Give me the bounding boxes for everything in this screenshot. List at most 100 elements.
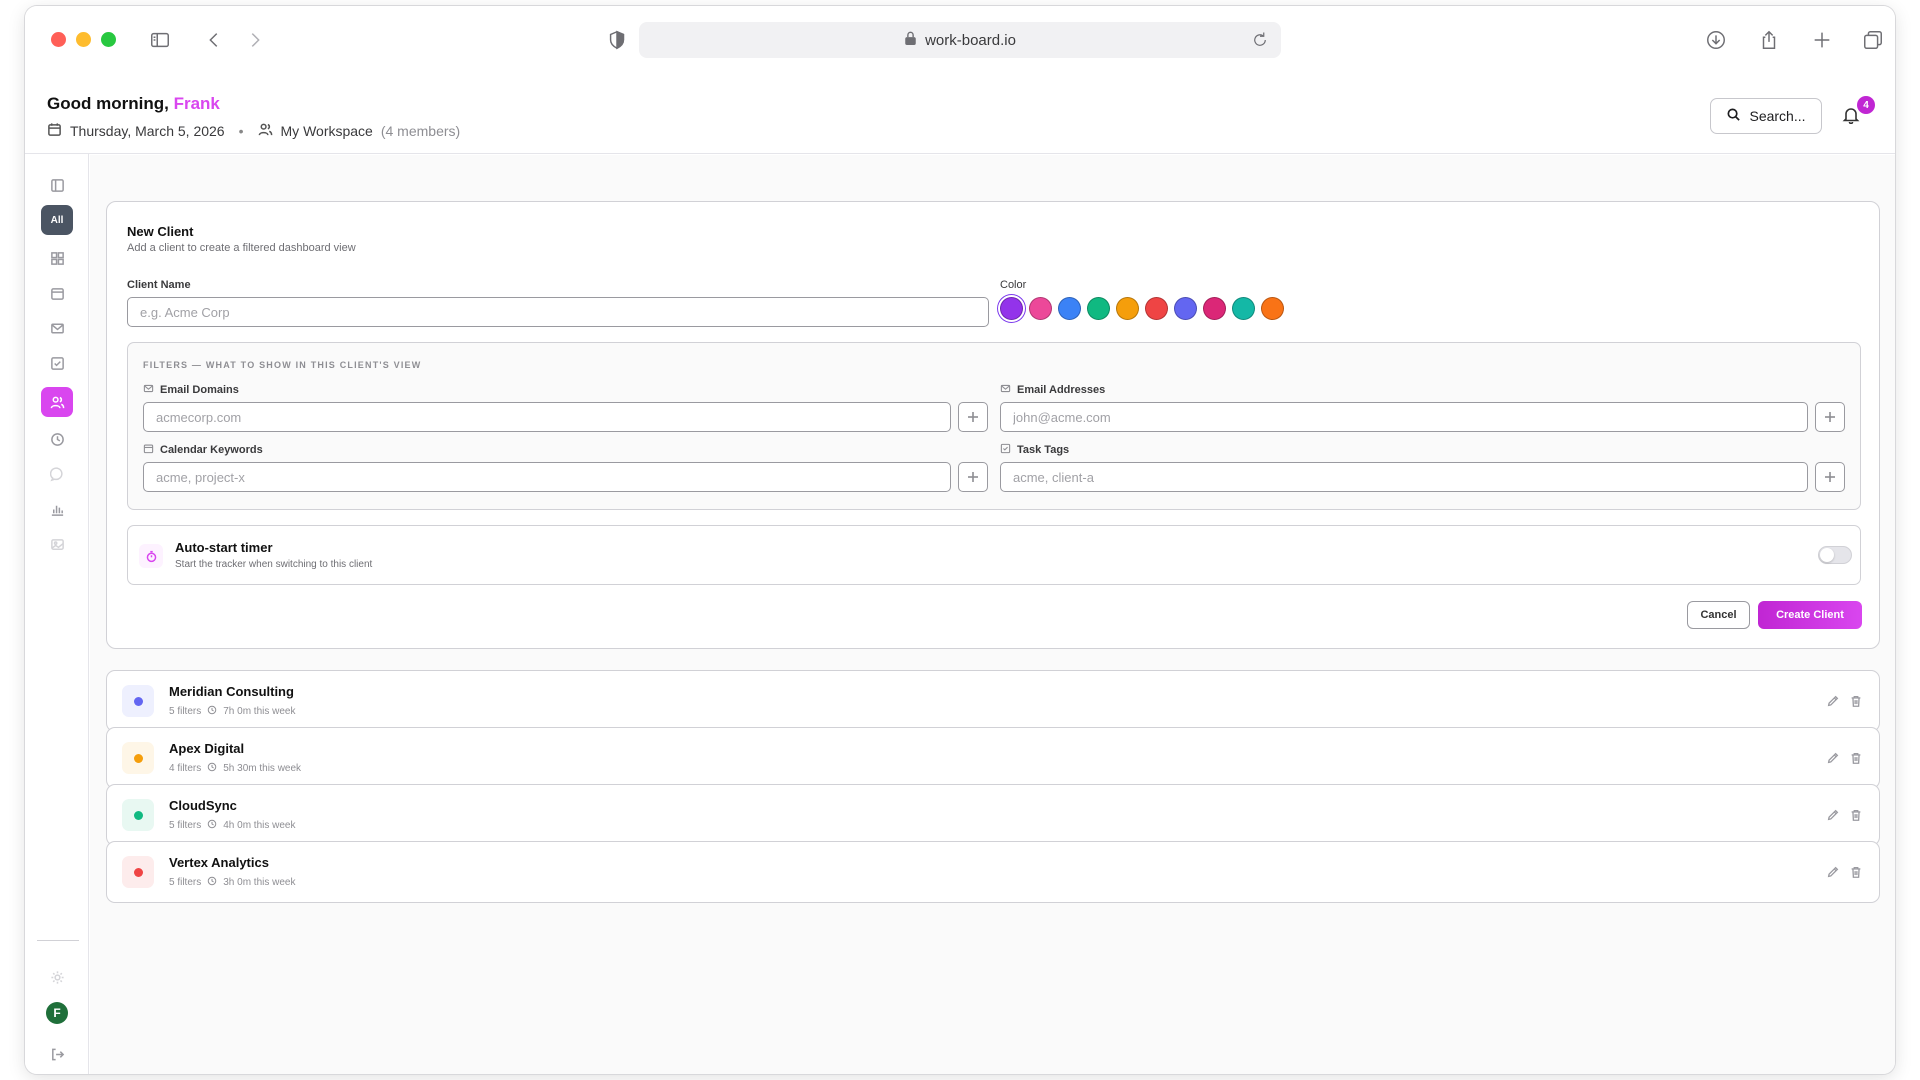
clock-icon [207, 705, 217, 718]
tasks-icon[interactable] [41, 348, 73, 378]
task-tags-label-text: Task Tags [1017, 444, 1070, 456]
color-swatch[interactable] [1087, 297, 1110, 320]
client-name: Vertex Analytics [169, 855, 269, 870]
forward-icon[interactable] [243, 28, 267, 52]
reload-icon[interactable] [1251, 31, 1269, 53]
logout-icon[interactable] [41, 1039, 73, 1069]
sidebar-toggle-icon[interactable] [148, 28, 172, 52]
address-bar[interactable]: work-board.io [639, 22, 1281, 58]
new-tab-icon[interactable] [1810, 28, 1834, 52]
autostart-toggle[interactable] [1818, 546, 1852, 564]
calendar-keywords-input[interactable] [143, 462, 951, 492]
client-row[interactable]: Apex Digital 4 filters 5h 30m this week [106, 727, 1880, 789]
plus-icon [968, 412, 978, 422]
maximize-window-button[interactable] [101, 32, 116, 47]
cancel-button[interactable]: Cancel [1687, 601, 1750, 629]
client-color-dot [133, 696, 143, 706]
plus-icon [1825, 412, 1835, 422]
trash-icon[interactable] [1849, 865, 1864, 880]
download-icon[interactable] [1704, 28, 1728, 52]
clients-icon[interactable] [41, 387, 73, 417]
color-swatch[interactable] [1261, 297, 1284, 320]
clock-icon [207, 819, 217, 832]
client-filter-count: 5 filters [169, 877, 202, 888]
header-subline: Thursday, March 5, 2026 • My Workspace (… [47, 122, 460, 140]
client-color-badge [122, 685, 154, 717]
email-addresses-input[interactable] [1000, 402, 1808, 432]
client-row[interactable]: Vertex Analytics 5 filters 3h 0m this we… [106, 841, 1880, 903]
current-date: Thursday, March 5, 2026 [70, 123, 225, 139]
mail-icon [143, 383, 154, 397]
app-header: Good morning, Frank Thursday, March 5, 2… [25, 72, 1895, 154]
back-icon[interactable] [202, 28, 226, 52]
email-addresses-label: Email Addresses [1000, 383, 1105, 397]
client-name: CloudSync [169, 798, 237, 813]
new-client-subtitle: Add a client to create a filtered dashbo… [127, 242, 356, 254]
client-name-input[interactable] [127, 297, 989, 327]
color-swatch[interactable] [1116, 297, 1139, 320]
analytics-icon[interactable] [41, 494, 73, 524]
new-client-title: New Client [127, 224, 194, 239]
color-swatch[interactable] [1232, 297, 1255, 320]
clock-icon[interactable] [41, 424, 73, 454]
add-task-tag-button[interactable] [1815, 462, 1845, 492]
create-client-button[interactable]: Create Client [1758, 601, 1862, 629]
client-name-label: Client Name [127, 279, 191, 291]
new-client-card: New Client Add a client to create a filt… [106, 201, 1880, 649]
search-icon [1726, 107, 1741, 125]
mail-icon[interactable] [41, 313, 73, 343]
edit-icon[interactable] [1826, 808, 1841, 823]
task-tags-input[interactable] [1000, 462, 1808, 492]
edit-icon[interactable] [1826, 865, 1841, 880]
browser-window: work-board.io Good morning, Frank Thursd… [25, 6, 1895, 1074]
color-swatch[interactable] [1058, 297, 1081, 320]
main-content: New Client Add a client to create a filt… [90, 155, 1895, 1074]
avatar[interactable]: F [46, 1002, 68, 1024]
separator-dot: • [238, 123, 244, 139]
lock-icon [904, 31, 917, 49]
client-color-dot [133, 753, 143, 763]
client-filter-count: 5 filters [169, 820, 202, 831]
edit-icon[interactable] [1826, 751, 1841, 766]
add-email-address-button[interactable] [1815, 402, 1845, 432]
email-domains-input[interactable] [143, 402, 951, 432]
client-row[interactable]: CloudSync 5 filters 4h 0m this week [106, 784, 1880, 846]
share-icon[interactable] [1757, 28, 1781, 52]
client-color-dot [133, 810, 143, 820]
color-swatch[interactable] [1000, 297, 1023, 320]
workspace-name[interactable]: My Workspace [281, 123, 373, 139]
trash-icon[interactable] [1849, 694, 1864, 709]
client-time: 4h 0m this week [223, 820, 296, 831]
task-tags-label: Task Tags [1000, 443, 1069, 457]
email-addresses-label-text: Email Addresses [1017, 384, 1106, 396]
notification-badge: 4 [1857, 96, 1875, 114]
dashboard-icon[interactable] [41, 243, 73, 273]
client-row[interactable]: Meridian Consulting 5 filters 7h 0m this… [106, 670, 1880, 732]
color-swatch[interactable] [1145, 297, 1168, 320]
tabs-overview-icon[interactable] [1861, 28, 1885, 52]
close-window-button[interactable] [51, 32, 66, 47]
add-email-domain-button[interactable] [958, 402, 988, 432]
sidebar-divider [37, 940, 79, 941]
collapse-sidebar-icon[interactable] [41, 170, 73, 200]
color-swatch[interactable] [1174, 297, 1197, 320]
client-filter-count: 4 filters [169, 763, 202, 774]
email-domains-label-text: Email Domains [160, 384, 239, 396]
image-icon[interactable] [41, 529, 73, 559]
calendar-icon[interactable] [41, 278, 73, 308]
chat-icon[interactable] [41, 459, 73, 489]
trash-icon[interactable] [1849, 808, 1864, 823]
settings-icon[interactable] [41, 962, 73, 992]
search-button[interactable]: Search... [1710, 98, 1822, 134]
sidebar-item-all[interactable]: All [41, 205, 73, 235]
trash-icon[interactable] [1849, 751, 1864, 766]
client-meta: 5 filters 3h 0m this week [169, 876, 296, 889]
shield-icon[interactable] [605, 28, 629, 52]
color-swatch[interactable] [1029, 297, 1052, 320]
client-color-badge [122, 856, 154, 888]
calendar-icon [143, 443, 154, 457]
color-swatch[interactable] [1203, 297, 1226, 320]
add-calendar-keyword-button[interactable] [958, 462, 988, 492]
minimize-window-button[interactable] [76, 32, 91, 47]
edit-icon[interactable] [1826, 694, 1841, 709]
